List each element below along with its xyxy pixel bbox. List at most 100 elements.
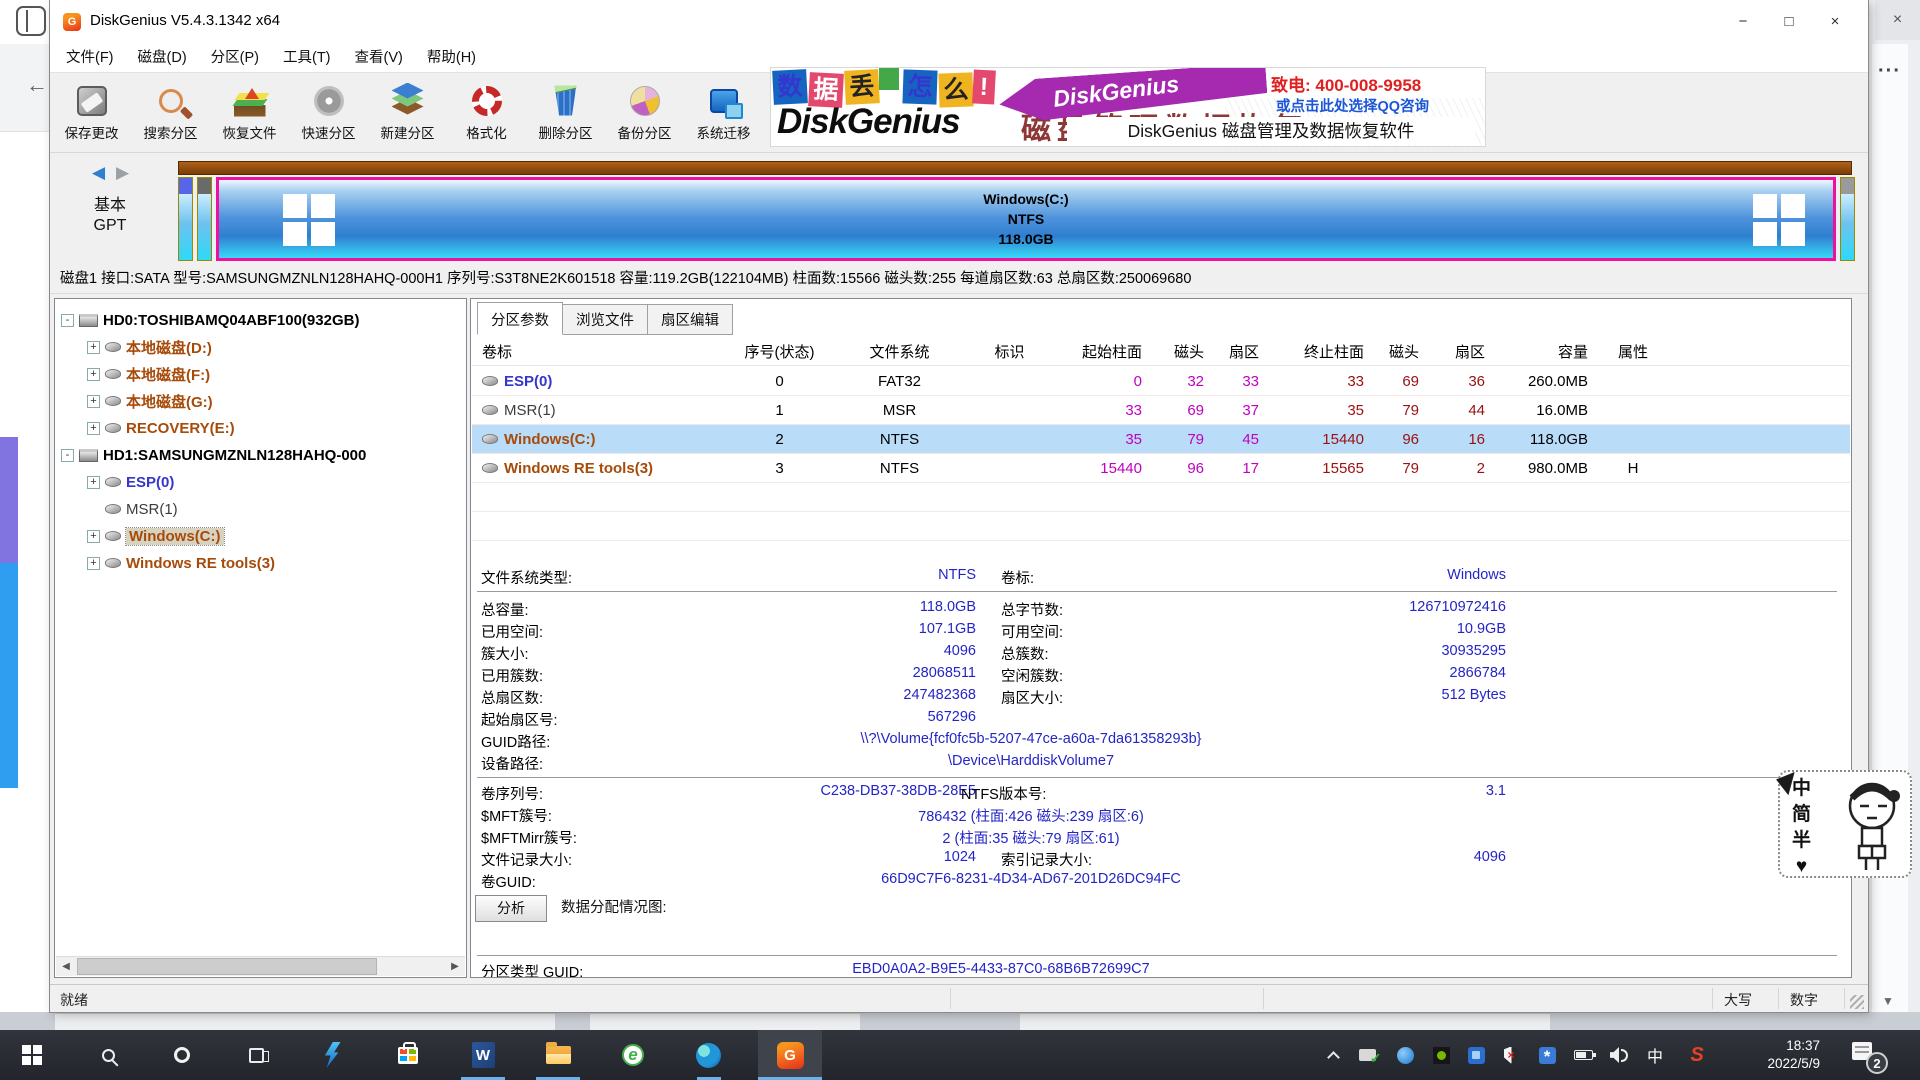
save-changes-button[interactable]: 保存更改 [52,73,131,151]
expander-icon[interactable]: + [87,368,100,381]
tree-horizontal-scrollbar[interactable]: ◀ ▶ [56,956,465,976]
format-button[interactable]: 格式化 [447,73,526,151]
tray-intel-graphics[interactable] [1459,1035,1493,1075]
tree-item-hd1[interactable]: - HD1:SAMSUNGMZNLN128HAHQ-000 [61,442,366,468]
table-row-windows-re[interactable]: Windows RE tools(3) 3 NTFS 15440 96 17 1… [472,454,1850,483]
system-migrate-button[interactable]: 系统迁移 [684,73,763,151]
prev-disk-icon[interactable]: ◀ [92,163,105,183]
expander-icon[interactable]: - [61,314,74,327]
ime-status-panel[interactable]: 中 简 半 ♥ [1778,770,1912,878]
tree-item-msr[interactable]: MSR(1) [87,496,178,522]
menu-help[interactable]: 帮助(H) [415,44,488,72]
tray-volume[interactable] [1602,1035,1636,1075]
menu-tools[interactable]: 工具(T) [271,44,343,72]
partition-segment-esp[interactable] [178,177,193,261]
task-view-button[interactable] [232,1035,280,1075]
disk-header-strip[interactable] [178,161,1852,175]
tray-power[interactable] [1566,1035,1600,1075]
scroll-left-icon[interactable]: ◀ [56,957,76,976]
banner-logo: DiskGenius [777,102,960,142]
scroll-right-icon[interactable]: ▶ [445,957,465,976]
tree-item-disk-d[interactable]: + 本地磁盘(D:) [87,334,212,360]
menu-view[interactable]: 查看(V) [343,44,415,72]
expander-icon[interactable]: + [87,422,100,435]
next-disk-icon[interactable]: ▶ [116,163,129,183]
ime-mode-halfwidth[interactable]: 半 [1792,828,1811,853]
background-close-icon[interactable]: × [1875,0,1920,40]
taskbar-app-explorer[interactable] [534,1035,582,1075]
back-arrow-icon[interactable]: ← [26,72,48,98]
scrollbar-thumb[interactable] [77,958,377,975]
taskbar-app-diskgenius[interactable]: G [766,1035,814,1075]
ime-mode-heart[interactable]: ♥ [1792,854,1811,879]
resize-grip[interactable] [1850,995,1864,1009]
expander-icon[interactable]: + [87,530,100,543]
expander-icon[interactable]: - [61,449,74,462]
expander-icon[interactable]: + [87,476,100,489]
taskbar-app-store[interactable] [384,1035,432,1075]
tree-item-recovery-e[interactable]: + RECOVERY(E:) [87,415,235,441]
tree-item-esp[interactable]: + ESP(0) [87,469,174,495]
quick-partition-button[interactable]: 快速分区 [289,73,368,151]
tab-sector-edit[interactable]: 扇区编辑 [647,304,733,335]
tray-cloud-app[interactable] [1388,1035,1422,1075]
new-partition-button[interactable]: 新建分区 [368,73,447,151]
partition-segment-msr[interactable] [197,177,212,261]
partition-segment-windows-c[interactable]: Windows(C:) NTFS 118.0GB [216,177,1836,261]
tree-item-windows-c[interactable]: + Windows(C:) [87,523,224,549]
tray-sogou[interactable]: S [1680,1035,1714,1075]
tree-item-hd0[interactable]: - HD0:TOSHIBAMQ04ABF100(932GB) [61,307,359,333]
ime-mode-simplified[interactable]: 简 [1792,802,1811,827]
promo-banner[interactable]: 数 据 丢 怎 么 ! 磁盘管理数据恢复 DiskGenius 致电: 400-… [770,67,1486,147]
clock-time: 18:37 [1728,1037,1820,1055]
taskbar-clock[interactable]: 18:37 2022/5/9 [1728,1037,1820,1073]
taskbar-app-word[interactable]: W [459,1035,507,1075]
tray-freeze-tool[interactable]: * [1530,1035,1564,1075]
cortana-button[interactable] [158,1035,206,1075]
partition-segment-re-tools[interactable] [1840,177,1855,261]
expander-icon[interactable]: + [87,395,100,408]
taskbar-app-browser[interactable]: e [609,1035,657,1075]
taskbar-app-flash[interactable] [308,1035,356,1075]
analyze-button[interactable]: 分析 [475,895,547,922]
more-menu-icon[interactable]: ··· [1878,60,1901,83]
ime-mode-chinese[interactable]: 中 [1792,776,1811,801]
tray-nvidia[interactable] [1424,1035,1458,1075]
expander-icon[interactable]: + [87,557,100,570]
scroll-down-icon[interactable]: ▼ [1882,994,1894,1008]
tree-item-windows-re[interactable]: + Windows RE tools(3) [87,550,275,576]
tray-ime-indicator[interactable]: 中 [1638,1035,1672,1075]
menu-disk[interactable]: 磁盘(D) [126,44,199,72]
start-button[interactable] [8,1035,56,1075]
banner-tile: ! [972,69,996,104]
menu-partition[interactable]: 分区(P) [199,44,271,72]
windows-logo-icon [283,194,335,246]
tray-printer[interactable]: ✓ [1350,1035,1384,1075]
tab-browse-files[interactable]: 浏览文件 [562,304,648,335]
search-partition-button[interactable]: 搜索分区 [131,73,210,151]
taskbar-search-button[interactable] [84,1035,132,1075]
table-row-esp[interactable]: ESP(0) 0 FAT32 0 32 33 33 69 36 260.0MB [472,367,1850,396]
tab-partition-params[interactable]: 分区参数 [477,302,563,335]
backup-partition-button[interactable]: 备份分区 [605,73,684,151]
close-button[interactable]: × [1812,0,1858,44]
partition-icon [482,376,498,386]
taskbar-app-edge[interactable] [684,1035,732,1075]
titlebar[interactable]: G DiskGenius V5.4.3.1342 x64 − □ × [50,0,1868,44]
minimize-button[interactable]: − [1720,0,1766,44]
main-area: - HD0:TOSHIBAMQ04ABF100(932GB) + 本地磁盘(D:… [50,294,1868,984]
table-row-msr[interactable]: MSR(1) 1 MSR 33 69 37 35 79 44 16.0MB [472,396,1850,425]
menu-file[interactable]: 文件(F) [54,44,126,72]
expander-icon[interactable]: + [87,341,100,354]
sogou-icon: S [1690,1044,1703,1067]
tray-expand-button[interactable] [1316,1035,1350,1075]
tray-security[interactable]: × [1494,1035,1528,1075]
maximize-button[interactable]: □ [1766,0,1812,44]
table-row-windows-c[interactable]: Windows(C:) 2 NTFS 35 79 45 15440 96 16 … [472,425,1850,454]
speaker-wave-icon [1621,1049,1628,1062]
delete-partition-button[interactable]: 删除分区 [526,73,605,151]
banner-qq-link[interactable]: 或点击此处选择QQ咨询 [1276,95,1429,116]
tree-item-disk-g[interactable]: + 本地磁盘(G:) [87,388,213,414]
recover-files-button[interactable]: 恢复文件 [210,73,289,151]
tree-item-disk-f[interactable]: + 本地磁盘(F:) [87,361,210,387]
